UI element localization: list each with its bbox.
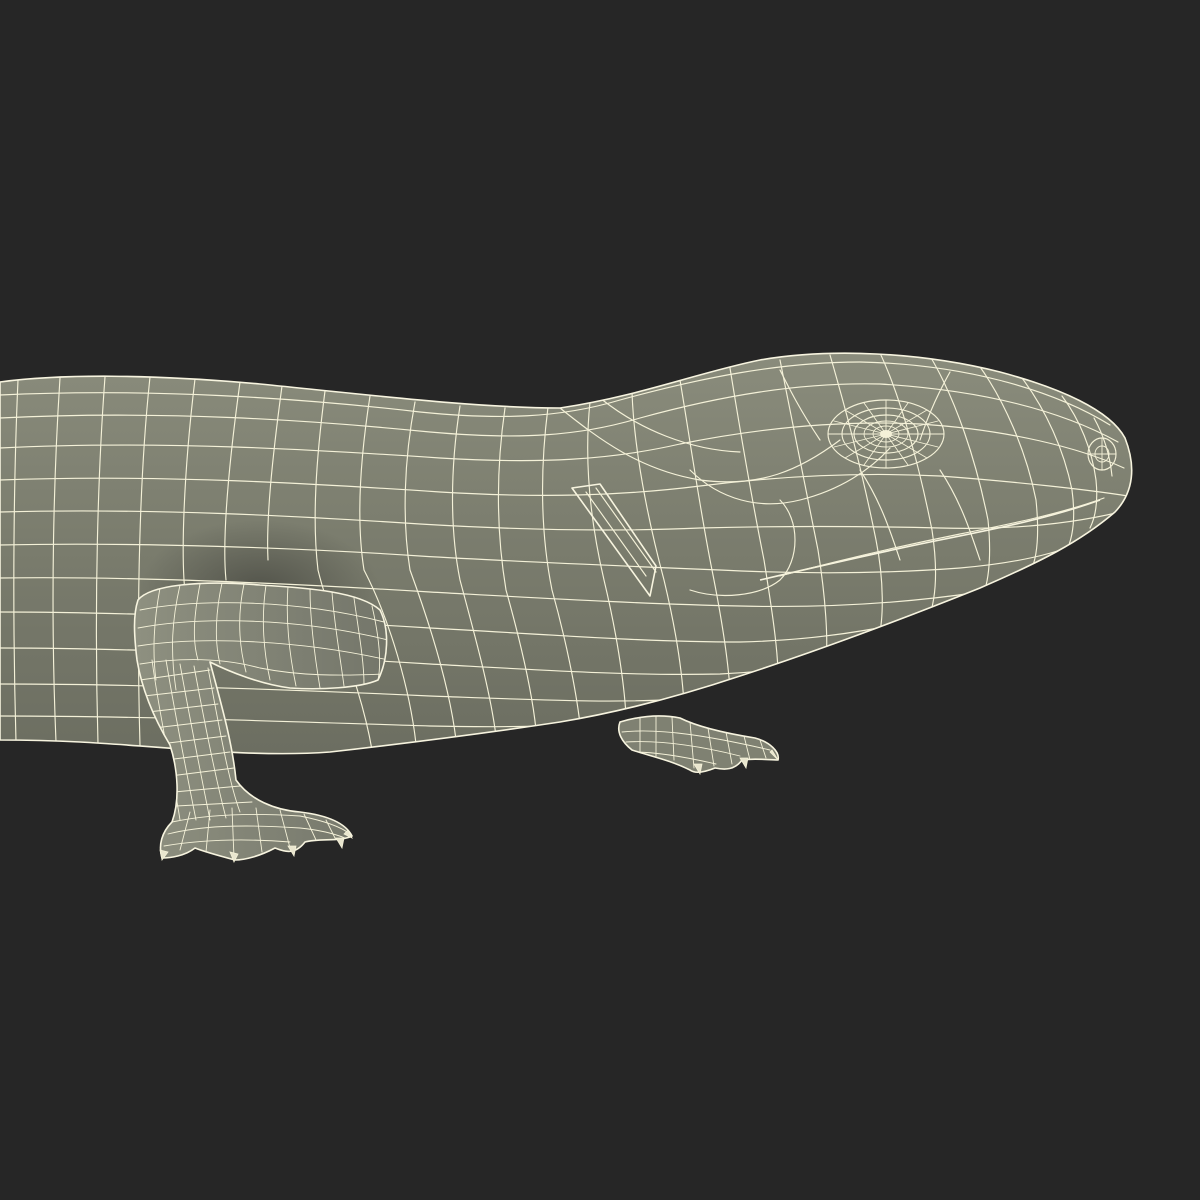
eye — [827, 399, 945, 469]
hind-foot — [617, 715, 779, 776]
render-viewport — [0, 0, 1200, 1200]
nostril — [1087, 437, 1117, 471]
lizard-wireframe-render — [0, 352, 1133, 863]
